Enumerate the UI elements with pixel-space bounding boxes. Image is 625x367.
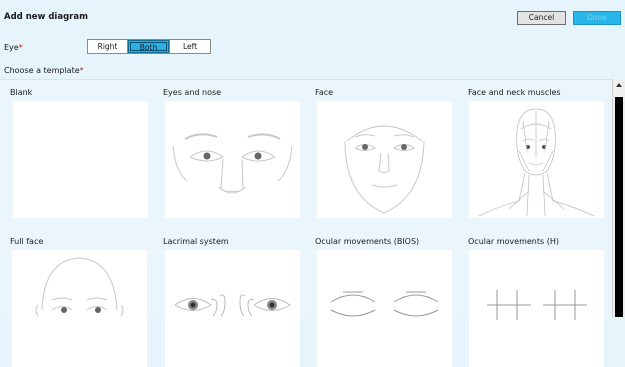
eyes-and-nose-icon[interactable]: [165, 101, 300, 218]
face-icon[interactable]: [317, 101, 452, 218]
ocular-movements-bios-icon[interactable]: [317, 250, 452, 367]
required-marker: *: [18, 43, 23, 52]
eye-option-right[interactable]: Right: [88, 40, 128, 53]
template-label: Lacrimal system: [163, 237, 229, 246]
eye-label-text: Eye: [4, 43, 19, 52]
blank-template-icon[interactable]: [13, 101, 148, 218]
template-label-text: Choose a template: [4, 66, 80, 75]
dialog-title: Add new diagram: [4, 12, 88, 22]
template-label: Eyes and nose: [163, 88, 222, 97]
template-field-label: Choose a template*: [4, 66, 84, 75]
cancel-button[interactable]: Cancel: [517, 11, 566, 25]
eye-field-label: Eye*: [4, 43, 23, 52]
template-scrollbar[interactable]: [612, 79, 625, 317]
eye-selector: Right Both Left: [87, 39, 211, 54]
done-button[interactable]: Done: [573, 11, 621, 25]
template-label: Full face: [10, 237, 44, 246]
face-and-neck-muscles-icon[interactable]: [469, 101, 604, 218]
eye-option-both[interactable]: Both: [128, 40, 169, 53]
full-face-icon[interactable]: [12, 250, 147, 367]
scrollbar-thumb[interactable]: [615, 97, 623, 317]
template-label: Face: [315, 88, 334, 97]
ocular-movements-h-icon[interactable]: [469, 250, 604, 367]
template-gallery: Blank Eyes and nose Face Face and neck m…: [0, 79, 612, 367]
eye-option-left[interactable]: Left: [169, 40, 210, 53]
template-label: Ocular movements (H): [468, 237, 559, 246]
lacrimal-system-icon[interactable]: [165, 250, 300, 367]
template-label: Face and neck muscles: [468, 88, 561, 97]
template-label: Blank: [10, 88, 33, 97]
template-label: Ocular movements (BIOS): [315, 237, 420, 246]
required-marker: *: [79, 66, 84, 75]
scroll-up-arrow-icon[interactable]: [616, 83, 622, 87]
